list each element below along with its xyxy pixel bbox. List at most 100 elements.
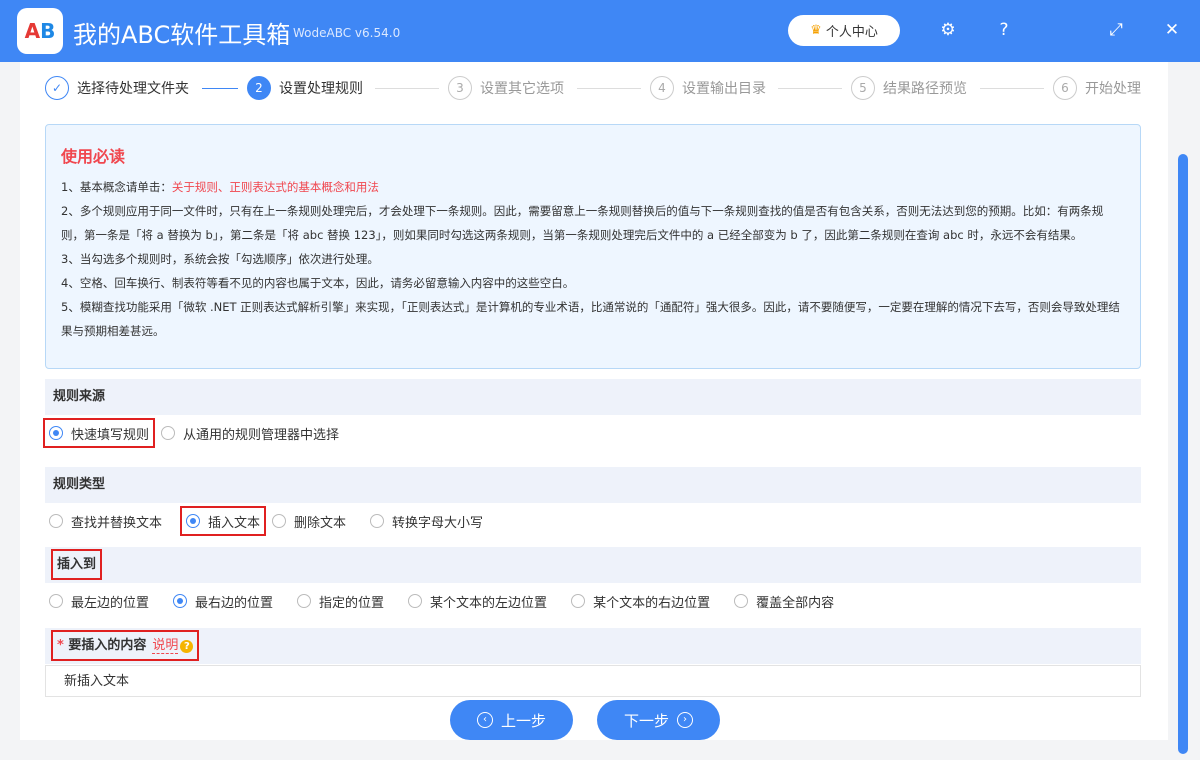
step-indicator: ✓ 选择待处理文件夹 2 设置处理规则 3 设置其它选项 4 设置输出目录 5 结果路径预… bbox=[45, 76, 1145, 102]
notice-text: 1、基本概念请单击： bbox=[61, 180, 172, 194]
next-step-button[interactable]: 下一步 › bbox=[597, 700, 720, 740]
radio-insert-text[interactable]: 插入文本 bbox=[180, 506, 267, 536]
step-label: 设置输出目录 bbox=[682, 81, 766, 97]
radio-icon bbox=[408, 594, 423, 608]
prev-step-button[interactable]: ‹ 上一步 bbox=[450, 700, 573, 740]
option-label: 快速填写规则 bbox=[71, 427, 150, 443]
required-mark: * bbox=[57, 638, 64, 653]
app-logo: AB bbox=[17, 8, 63, 54]
help-icon[interactable]: ? bbox=[180, 640, 194, 653]
step-number: 2 bbox=[247, 76, 271, 100]
radio-icon bbox=[49, 594, 63, 608]
rule-type-header: 规则类型 bbox=[45, 467, 1141, 503]
option-label: 转换字母大小写 bbox=[392, 515, 484, 531]
step-number: 3 bbox=[448, 76, 472, 100]
user-center-button[interactable]: ♛ 个人中心 bbox=[788, 15, 900, 46]
insert-to-title: 插入到 bbox=[50, 549, 103, 580]
radio-specified-position[interactable]: 指定的位置 bbox=[293, 588, 388, 614]
title-bar: AB 我的ABC软件工具箱 WodeABC v6.54.0 ♛ 个人中心 ⚙ ? … bbox=[0, 0, 1200, 62]
notice-line-3: 3、当勾选多个规则时，系统会按「勾选顺序」依次进行处理。 bbox=[61, 252, 379, 266]
radio-rightmost[interactable]: 最右边的位置 bbox=[169, 588, 277, 614]
step-3: 3 设置其它选项 bbox=[448, 76, 564, 100]
option-label: 覆盖全部内容 bbox=[756, 595, 835, 611]
radio-quick-fill[interactable]: 快速填写规则 bbox=[42, 418, 156, 448]
insert-content-title: 要插入的内容 bbox=[68, 638, 147, 653]
rule-source-header: 规则来源 bbox=[45, 379, 1141, 415]
step-connector bbox=[778, 88, 842, 89]
insert-to-header: 插入到 bbox=[45, 547, 1141, 583]
prev-label: 上一步 bbox=[500, 711, 546, 730]
step-connector bbox=[980, 88, 1044, 89]
radio-overwrite-all[interactable]: 覆盖全部内容 bbox=[730, 588, 838, 614]
option-label: 某个文本的左边位置 bbox=[430, 595, 548, 611]
check-icon: ✓ bbox=[45, 76, 69, 100]
close-icon[interactable]: ✕ bbox=[1160, 18, 1184, 42]
next-label: 下一步 bbox=[623, 711, 669, 730]
step-connector bbox=[202, 88, 238, 89]
option-label: 最右边的位置 bbox=[195, 595, 274, 611]
scrollbar[interactable] bbox=[1176, 66, 1190, 756]
radio-rule-manager[interactable]: 从通用的规则管理器中选择 bbox=[157, 420, 343, 446]
radio-icon bbox=[173, 594, 188, 608]
chevron-left-icon: ‹ bbox=[476, 712, 493, 728]
insert-content-header: * 要插入的内容 说明? bbox=[45, 628, 1141, 664]
insert-content-input[interactable]: 新插入文本 bbox=[45, 665, 1141, 697]
help-icon[interactable]: ? bbox=[992, 18, 1016, 42]
step-4: 4 设置输出目录 bbox=[650, 76, 766, 100]
notice-line-5: 5、模糊查找功能采用「微软 .NET 正则表达式解析引擎」来实现，「正则表达式」… bbox=[61, 300, 1120, 338]
radio-icon bbox=[571, 594, 586, 608]
step-label: 选择待处理文件夹 bbox=[77, 81, 189, 97]
maximize-icon[interactable]: ⤢ bbox=[1104, 18, 1128, 42]
option-label: 指定的位置 bbox=[319, 595, 385, 611]
step-label: 设置处理规则 bbox=[279, 81, 363, 97]
notice-line-4: 4、空格、回车换行、制表符等看不见的内容也属于文本，因此，请务必留意输入内容中的… bbox=[61, 276, 575, 290]
option-label: 最左边的位置 bbox=[71, 595, 150, 611]
chevron-right-icon: › bbox=[677, 712, 693, 728]
notice-box: 使用必读 1、基本概念请单击：关于规则、正则表达式的基本概念和用法 2、多个规则… bbox=[45, 124, 1141, 369]
step-5: 5 结果路径预览 bbox=[851, 76, 967, 100]
radio-delete-text[interactable]: 删除文本 bbox=[268, 508, 350, 534]
radio-icon bbox=[49, 514, 63, 528]
step-label: 结果路径预览 bbox=[883, 81, 967, 97]
step-number: 4 bbox=[650, 76, 674, 100]
rule-source-options: 快速填写规则 从通用的规则管理器中选择 bbox=[42, 418, 359, 448]
step-1: ✓ 选择待处理文件夹 bbox=[45, 76, 189, 100]
step-connector bbox=[375, 88, 439, 89]
option-label: 查找并替换文本 bbox=[71, 515, 163, 531]
user-center-label: 个人中心 bbox=[825, 25, 878, 40]
step-connector bbox=[577, 88, 641, 89]
insert-to-options: 最左边的位置 最右边的位置 指定的位置 某个文本的左边位置 某个文本的右边位置 … bbox=[45, 588, 854, 614]
radio-icon bbox=[186, 514, 201, 528]
rule-type-options: 查找并替换文本 插入文本 删除文本 转换字母大小写 bbox=[45, 506, 503, 536]
scrollbar-thumb[interactable] bbox=[1178, 154, 1188, 754]
radio-icon bbox=[297, 594, 312, 608]
radio-convert-case[interactable]: 转换字母大小写 bbox=[366, 508, 487, 534]
notice-line-1: 1、基本概念请单击：关于规则、正则表达式的基本概念和用法 bbox=[61, 175, 1125, 199]
option-label: 某个文本的右边位置 bbox=[593, 595, 711, 611]
radio-left-of-text[interactable]: 某个文本的左边位置 bbox=[404, 588, 551, 614]
radio-find-replace[interactable]: 查找并替换文本 bbox=[45, 508, 166, 534]
option-label: 插入文本 bbox=[208, 515, 261, 531]
option-label: 删除文本 bbox=[294, 515, 347, 531]
radio-icon bbox=[161, 426, 176, 440]
explain-link[interactable]: 说明 bbox=[152, 638, 179, 654]
step-number: 5 bbox=[851, 76, 875, 100]
step-label: 开始处理 bbox=[1085, 81, 1141, 97]
radio-icon bbox=[272, 514, 287, 528]
app-version: WodeABC v6.54.0 bbox=[293, 26, 401, 40]
crown-icon: ♛ bbox=[810, 23, 822, 38]
step-number: 6 bbox=[1053, 76, 1077, 100]
radio-leftmost[interactable]: 最左边的位置 bbox=[45, 588, 153, 614]
step-6: 6 开始处理 bbox=[1053, 76, 1141, 100]
concepts-link[interactable]: 关于规则、正则表达式的基本概念和用法 bbox=[172, 180, 379, 194]
notice-line-2: 2、多个规则应用于同一文件时，只有在上一条规则处理完后，才会处理下一条规则。因此… bbox=[61, 204, 1104, 242]
app-title: 我的ABC软件工具箱 bbox=[73, 21, 291, 49]
radio-icon bbox=[370, 514, 385, 528]
settings-icon[interactable]: ⚙ bbox=[936, 18, 960, 42]
radio-icon bbox=[49, 426, 63, 440]
step-2: 2 设置处理规则 bbox=[247, 76, 363, 100]
step-label: 设置其它选项 bbox=[480, 81, 564, 97]
notice-title: 使用必读 bbox=[61, 147, 126, 166]
option-label: 从通用的规则管理器中选择 bbox=[183, 427, 340, 443]
radio-right-of-text[interactable]: 某个文本的右边位置 bbox=[567, 588, 714, 614]
